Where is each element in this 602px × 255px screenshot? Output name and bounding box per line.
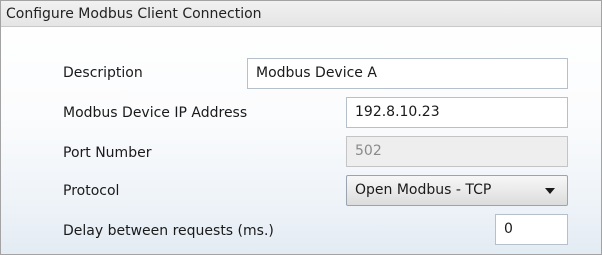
description-label: Description	[63, 65, 143, 81]
modbus-client-connection-panel: Configure Modbus Client Connection Descr…	[0, 0, 602, 255]
ip-address-label: Modbus Device IP Address	[63, 105, 248, 121]
protocol-selected-value: Open Modbus - TCP	[355, 182, 492, 198]
panel-title: Configure Modbus Client Connection	[1, 1, 601, 27]
protocol-select[interactable]: Open Modbus - TCP	[346, 175, 568, 206]
ip-address-field[interactable]: 192.8.10.23	[346, 97, 568, 128]
port-number-field: 502	[346, 136, 568, 167]
delay-field[interactable]: 0	[495, 214, 568, 245]
protocol-label: Protocol	[63, 183, 120, 199]
port-number-label: Port Number	[63, 145, 152, 161]
description-field[interactable]: Modbus Device A	[247, 58, 568, 89]
delay-label: Delay between requests (ms.)	[63, 223, 274, 239]
chevron-down-icon	[545, 188, 555, 194]
